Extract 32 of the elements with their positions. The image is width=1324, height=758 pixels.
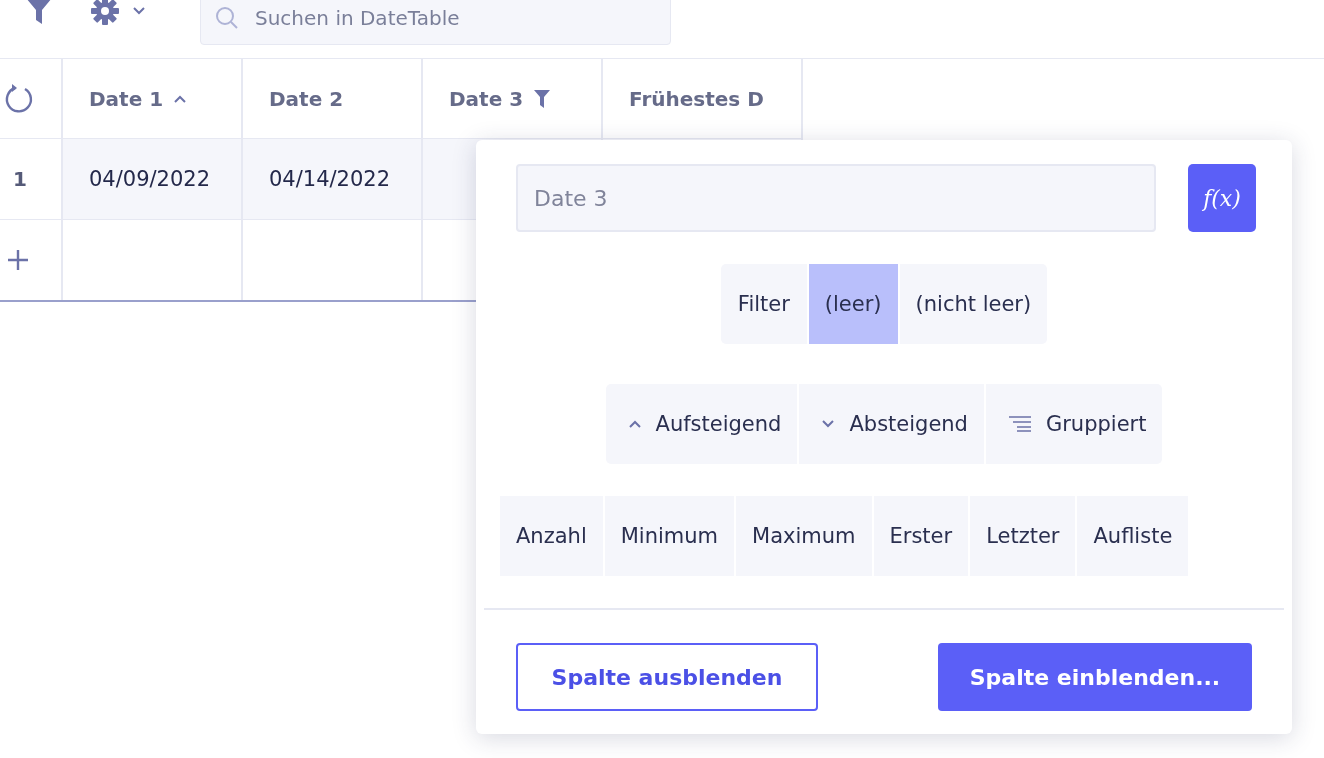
chevron-up-icon <box>173 93 188 104</box>
aggregation-button[interactable]: Aufliste <box>1077 496 1189 576</box>
aggregation-button[interactable]: Maximum <box>736 496 872 576</box>
refresh-icon[interactable] <box>4 83 34 114</box>
search-icon <box>214 5 240 31</box>
table-cell: 04/14/2022 <box>243 139 423 219</box>
aggregation-button[interactable]: Erster <box>873 496 969 576</box>
header-label: Date 2 <box>269 86 344 111</box>
table-cell: 04/09/2022 <box>63 139 243 219</box>
plus-icon[interactable] <box>6 248 30 272</box>
hide-column-button[interactable]: Spalte ausblenden <box>516 643 818 711</box>
sort-button[interactable]: Aufsteigend <box>605 384 798 464</box>
caret-down-icon[interactable] <box>132 6 146 16</box>
aggregation-button[interactable]: Anzahl <box>500 496 603 576</box>
aggregation-button[interactable]: Letzter <box>970 496 1076 576</box>
chevron-up-icon <box>627 419 642 429</box>
header-label: Frühestes D <box>629 86 764 111</box>
filter-option[interactable]: (nicht leer) <box>899 264 1048 344</box>
header-label: Date 3 <box>449 86 524 111</box>
filter-option[interactable]: (leer) <box>808 264 898 344</box>
aggregation-button[interactable]: Minimum <box>604 496 735 576</box>
sort-button[interactable]: Gruppiert <box>985 384 1163 464</box>
formula-button[interactable]: f(x) <box>1188 164 1256 232</box>
chevron-down-icon <box>821 419 836 429</box>
sort-button[interactable]: Absteigend <box>799 384 984 464</box>
filter-icon <box>533 88 552 109</box>
lines-icon <box>1007 415 1032 433</box>
search-field[interactable]: Suchen in DateTable <box>200 0 671 45</box>
filter-label: Filter <box>720 264 807 344</box>
column-name-field[interactable]: Date 3 <box>516 164 1156 232</box>
show-columns-button[interactable]: Spalte einblenden... <box>938 643 1252 711</box>
header-label: Date 1 <box>89 86 164 111</box>
